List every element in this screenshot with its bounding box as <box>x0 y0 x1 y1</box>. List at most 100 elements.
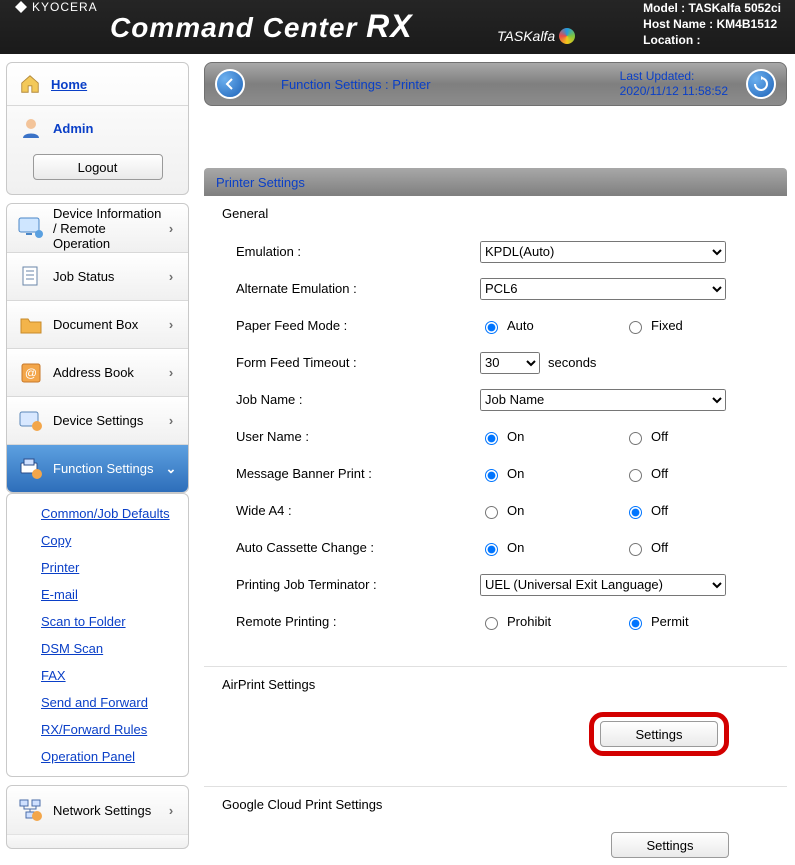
refresh-button[interactable] <box>746 69 776 99</box>
user-name: Admin <box>53 121 93 136</box>
label-job-terminator: Printing Job Terminator : <box>222 577 480 592</box>
sidebar-user-box: Home Admin Logout <box>6 62 189 195</box>
chevron-right-icon: › <box>164 803 178 817</box>
nav-label: Device Settings <box>53 413 164 428</box>
label-msg-banner: Message Banner Print : <box>222 466 480 481</box>
radio-remote-printing-prohibit[interactable]: Prohibit <box>480 614 616 630</box>
logout-button[interactable]: Logout <box>33 154 163 180</box>
select-alt-emulation[interactable]: PCL6 <box>480 278 726 300</box>
device-gear-icon <box>17 407 45 435</box>
chevron-right-icon: › <box>164 414 178 428</box>
home-link[interactable]: Home <box>51 77 87 92</box>
nav-network-settings[interactable]: Network Settings › <box>7 786 188 834</box>
chevron-right-icon: › <box>164 318 178 332</box>
gcp-settings-button[interactable]: Settings <box>611 832 729 858</box>
section-general: General Emulation : KPDL(Auto) Alternate… <box>204 196 787 648</box>
back-button[interactable] <box>215 69 245 99</box>
section-airprint-heading: AirPrint Settings <box>222 677 769 692</box>
sidebar-nav-2: Network Settings › <box>6 785 189 849</box>
breadcrumb-bar: Function Settings : Printer Last Updated… <box>204 62 787 106</box>
radio-msg-banner-off[interactable]: Off <box>624 466 668 482</box>
nav-label: Device Information / Remote Operation <box>53 206 164 251</box>
radio-paper-feed: Auto Fixed <box>480 318 769 334</box>
nav-device-information[interactable]: Device Information / Remote Operation › <box>7 204 188 252</box>
nav-address-book[interactable]: @ Address Book › <box>7 348 188 396</box>
document-icon <box>17 263 45 291</box>
sidebar-home[interactable]: Home <box>7 63 188 105</box>
app-header: KYOCERA Command Center RX TASKalfa Model… <box>0 0 795 54</box>
sidebar-user: Admin Logout <box>7 105 188 194</box>
subnav-copy[interactable]: Copy <box>7 527 188 554</box>
nav-label: Address Book <box>53 365 164 380</box>
radio-wide-a4-off[interactable]: Off <box>624 503 668 519</box>
sidebar-subnav: Common/Job Defaults Copy Printer E-mail … <box>6 493 189 777</box>
sidebar-nav: Device Information / Remote Operation › … <box>6 203 189 493</box>
sidebar: Home Admin Logout <box>0 54 196 865</box>
nav-label: Job Status <box>53 269 164 284</box>
brand-title: Command Center RX <box>110 8 413 45</box>
device-meta: Model : TASKalfa 5052ci Host Name : KM4B… <box>643 0 781 48</box>
label-alt-emulation: Alternate Emulation : <box>222 281 480 296</box>
subnav-operation-panel[interactable]: Operation Panel <box>7 743 188 770</box>
monitor-icon <box>17 214 45 242</box>
select-job-terminator[interactable]: UEL (Universal Exit Language) <box>480 574 726 596</box>
subbrand: TASKalfa <box>497 28 575 44</box>
radio-remote-printing-permit[interactable]: Permit <box>624 614 689 630</box>
svg-text:@: @ <box>25 366 37 380</box>
nav-function-settings[interactable]: Function Settings ⌄ <box>7 444 188 492</box>
folder-icon <box>17 311 45 339</box>
subnav-rx-forward-rules[interactable]: RX/Forward Rules <box>7 716 188 743</box>
subnav-common-job-defaults[interactable]: Common/Job Defaults <box>7 500 188 527</box>
nav-label: Document Box <box>53 317 164 332</box>
refresh-icon <box>753 76 769 92</box>
subnav-dsm-scan[interactable]: DSM Scan <box>7 635 188 662</box>
label-job-name: Job Name : <box>222 392 480 407</box>
nav-cut-item[interactable] <box>7 834 188 848</box>
chevron-right-icon: › <box>164 221 178 235</box>
subnav-send-and-forward[interactable]: Send and Forward <box>7 689 188 716</box>
user-icon <box>19 116 43 140</box>
panel-title: Printer Settings <box>204 168 787 196</box>
radio-auto-cassette-off[interactable]: Off <box>624 540 668 556</box>
subnav-printer[interactable]: Printer <box>7 554 188 581</box>
chevron-down-icon: ⌄ <box>164 462 178 476</box>
brand-small-text: KYOCERA <box>32 0 98 14</box>
select-job-name[interactable]: Job Name <box>480 389 726 411</box>
subnav-scan-to-folder[interactable]: Scan to Folder <box>7 608 188 635</box>
radio-auto-cassette-on[interactable]: On <box>480 540 616 556</box>
radio-user-name-on[interactable]: On <box>480 429 616 445</box>
printer-gear-icon <box>17 455 45 483</box>
subnav-email[interactable]: E-mail <box>7 581 188 608</box>
label-wide-a4: Wide A4 : <box>222 503 480 518</box>
highlight-ring: Settings <box>589 712 729 756</box>
section-gcp-heading: Google Cloud Print Settings <box>222 797 769 812</box>
brand-logo-icon: KYOCERA <box>14 0 98 14</box>
select-emulation[interactable]: KPDL(Auto) <box>480 241 726 263</box>
airprint-settings-button[interactable]: Settings <box>600 721 718 747</box>
subnav-fax[interactable]: FAX <box>7 662 188 689</box>
label-user-name: User Name : <box>222 429 480 444</box>
label-emulation: Emulation : <box>222 244 480 259</box>
select-form-feed[interactable]: 30 <box>480 352 540 374</box>
nav-job-status[interactable]: Job Status › <box>7 252 188 300</box>
content-area: Function Settings : Printer Last Updated… <box>196 54 795 865</box>
radio-user-name-off[interactable]: Off <box>624 429 668 445</box>
radio-paper-feed-auto[interactable]: Auto <box>480 318 616 334</box>
nav-label: Network Settings <box>53 803 164 818</box>
radio-wide-a4-on[interactable]: On <box>480 503 616 519</box>
radio-msg-banner-on[interactable]: On <box>480 466 616 482</box>
label-form-feed: Form Feed Timeout : <box>222 355 480 370</box>
chevron-right-icon: › <box>164 270 178 284</box>
label-remote-printing: Remote Printing : <box>222 614 480 629</box>
breadcrumb-text: Function Settings : Printer <box>281 77 431 92</box>
nav-document-box[interactable]: Document Box › <box>7 300 188 348</box>
shield-icon <box>17 835 45 849</box>
home-icon <box>19 73 41 95</box>
section-gcp: Google Cloud Print Settings Settings <box>204 787 787 865</box>
nav-label: Function Settings <box>53 461 164 476</box>
form-feed-suffix: seconds <box>548 355 596 370</box>
nav-device-settings[interactable]: Device Settings › <box>7 396 188 444</box>
last-updated: Last Updated: 2020/11/12 11:58:52 <box>620 69 728 99</box>
radio-paper-feed-fixed[interactable]: Fixed <box>624 318 683 334</box>
address-book-icon: @ <box>17 359 45 387</box>
